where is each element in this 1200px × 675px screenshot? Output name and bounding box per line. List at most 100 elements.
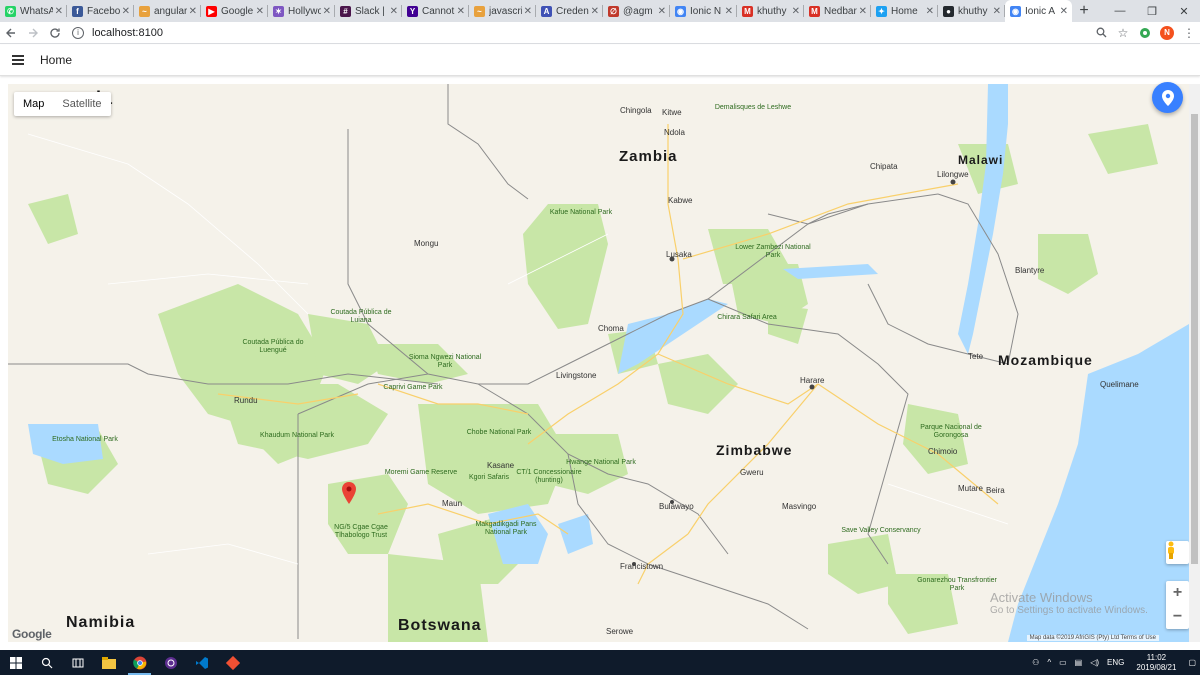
tab-close-icon[interactable]: ✕ [256,6,264,17]
tray-chevron-icon[interactable]: ^ [1047,658,1051,667]
tab-close-icon[interactable]: ✕ [859,6,867,17]
tab-close-icon[interactable]: ✕ [457,6,465,17]
country-label: Malawi [958,153,1004,167]
bookmark-star-icon[interactable]: ☆ [1112,22,1134,44]
notifications-icon[interactable]: ▢ [1188,658,1196,667]
page-scrollbar[interactable] [1189,84,1200,642]
people-icon[interactable]: ⚇ [1032,658,1039,667]
browser-tab[interactable]: A Creden ✕ [536,0,603,22]
tab-close-icon[interactable]: ✕ [390,6,398,17]
city-label: Chingola [620,106,652,115]
city-label: Choma [598,324,624,333]
city-label: Kitwe [662,108,682,117]
tab-close-icon[interactable]: ✕ [926,6,934,17]
tab-favicon-icon: ~ [139,5,150,17]
tab-close-icon[interactable]: ✕ [55,6,63,17]
browser-tab[interactable]: ▶ Google ✕ [201,0,268,22]
app-taskbar-icon[interactable] [155,650,186,675]
forward-button[interactable] [22,22,44,44]
location-pin-icon [1161,89,1174,106]
zoom-out-button[interactable]: − [1166,605,1189,629]
browser-tab[interactable]: Y Cannot ✕ [402,0,469,22]
vscode-taskbar-icon[interactable] [186,650,217,675]
tab-close-icon[interactable]: ✕ [524,6,532,17]
language-indicator[interactable]: ENG [1107,658,1124,667]
browser-tab[interactable]: ◉ Ionic N ✕ [670,0,737,22]
profile-avatar[interactable]: N [1156,22,1178,44]
zoom-in-button[interactable]: + [1166,581,1189,605]
tab-close-icon[interactable]: ✕ [993,6,1001,17]
park-label: Gonarezhou Transfrontier Park [917,577,997,592]
country-label: Zimbabwe [716,442,793,458]
location-marker-icon[interactable] [342,482,356,504]
search-taskbar-icon[interactable] [31,650,62,675]
volume-icon[interactable]: ◁) [1090,658,1099,667]
browser-tab[interactable]: Mkhuthy ✕ [737,0,804,22]
browser-tab[interactable]: # Slack | ✕ [335,0,402,22]
git-taskbar-icon[interactable] [217,650,248,675]
tab-list: ✆ WhatsA ✕ f Facebo ✕ ~ angular ✕ ▶ Google ✕ ✶ Hollyw… [0,0,1072,22]
browser-tab[interactable]: ~ angular ✕ [134,0,201,22]
tab-favicon-icon: ● [943,5,954,17]
tab-close-icon[interactable]: ✕ [323,6,331,17]
browser-tab[interactable]: ✆ WhatsA ✕ [0,0,67,22]
map-type-satellite-button[interactable]: Satellite [53,92,110,116]
start-button[interactable] [0,650,31,675]
new-tab-button[interactable]: + [1072,0,1096,22]
menu-toggle-button[interactable] [0,45,36,76]
tab-title: angular [154,5,187,17]
tab-favicon-icon: M [742,5,753,17]
browser-tab[interactable]: ✦ Home ✕ [871,0,938,22]
browser-tab[interactable]: ● khuthy ✕ [938,0,1005,22]
street-view-pegman-button[interactable] [1166,541,1189,564]
search-icon[interactable] [1090,22,1112,44]
tab-close-icon[interactable]: ✕ [658,6,666,17]
map-attribution[interactable]: Map data ©2019 AfriGIS (Pty) Ltd Terms o… [1026,635,1159,641]
info-icon[interactable]: i [72,26,84,39]
browser-tab[interactable]: ~ javascri ✕ [469,0,536,22]
browser-tab[interactable]: ◉ Ionic A ✕ [1005,0,1072,22]
scrollbar-thumb[interactable] [1191,114,1198,564]
close-window-button[interactable]: ✕ [1168,0,1200,22]
chrome-taskbar-icon[interactable] [124,650,155,675]
locate-me-fab-button[interactable] [1152,82,1183,113]
browser-tab[interactable]: ∅ @agm ✕ [603,0,670,22]
battery-icon[interactable]: ▭ [1059,658,1067,667]
tab-favicon-icon: M [809,5,820,17]
activate-windows-watermark: Activate Windows Go to Settings to activ… [990,590,1148,616]
tab-title: Home [891,5,918,17]
maximize-button[interactable]: ❐ [1136,0,1168,22]
address-bar[interactable]: i localhost:8100 [72,23,1090,43]
clock[interactable]: 11:02 2019/08/21 [1136,653,1176,673]
chrome-menu-icon[interactable]: ⋮ [1178,22,1200,44]
google-map[interactable]: ngolaZambiaMalawiMozambiqueZimbabweNamib… [8,84,1189,642]
browser-tab[interactable]: M Nedbar ✕ [804,0,871,22]
reload-button[interactable] [44,22,66,44]
extension-icon[interactable] [1134,22,1156,44]
city-label: Maun [442,499,463,508]
tab-favicon-icon: # [340,5,351,17]
app-header: Home [0,45,1200,76]
city-label: Tete [968,352,984,361]
tab-close-icon[interactable]: ✕ [725,6,733,17]
network-icon[interactable]: ▤ [1075,658,1083,667]
browser-tab[interactable]: f Facebo ✕ [67,0,134,22]
browser-tab[interactable]: ✶ Hollywo ✕ [268,0,335,22]
tab-title: khuthy [958,5,988,17]
city-label: Quelimane [1100,380,1139,389]
task-view-icon[interactable] [62,650,93,675]
tab-close-icon[interactable]: ✕ [122,6,130,17]
tab-title: Slack | [355,5,385,17]
tab-close-icon[interactable]: ✕ [189,6,197,17]
park-label: Parque Nacional de Gorongosa [920,424,982,439]
city-label: Mutare [958,484,983,493]
tab-title: Google [221,5,254,17]
tab-close-icon[interactable]: ✕ [1060,6,1068,17]
tab-close-icon[interactable]: ✕ [591,6,599,17]
tab-favicon-icon: ✆ [5,5,16,17]
tab-close-icon[interactable]: ✕ [792,6,800,17]
back-button[interactable] [0,22,22,44]
file-explorer-icon[interactable] [93,650,124,675]
map-type-map-button[interactable]: Map [14,92,53,116]
minimize-button[interactable]: — [1104,0,1136,22]
